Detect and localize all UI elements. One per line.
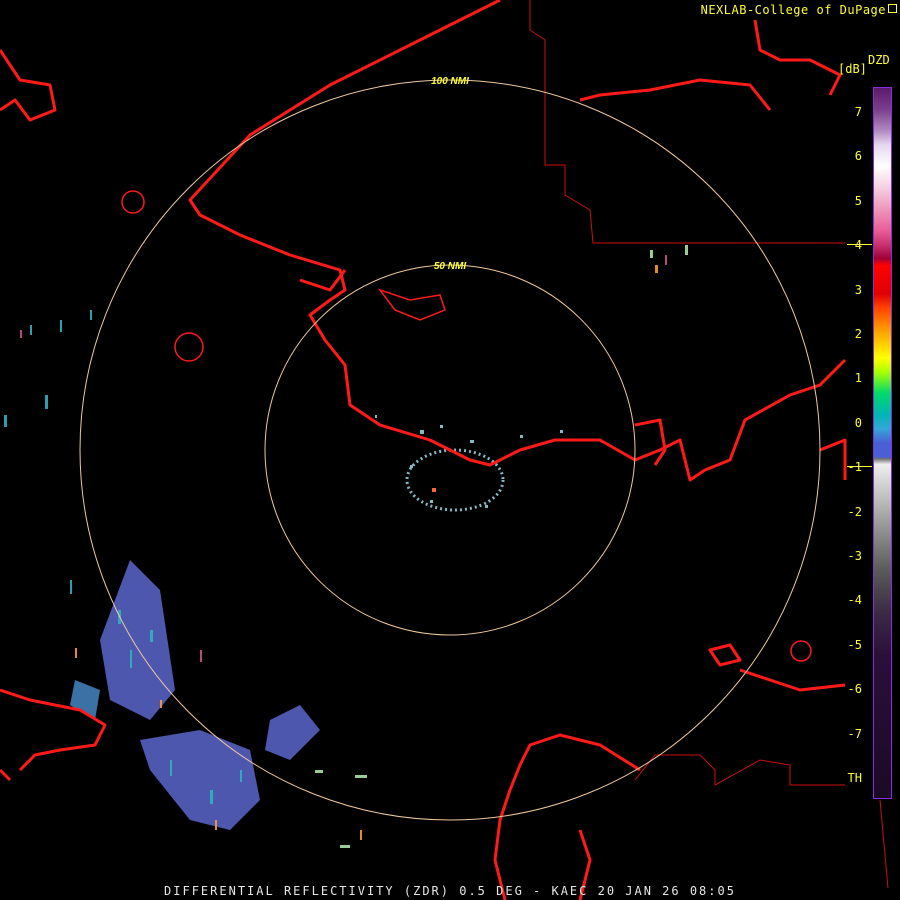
colorbar-tick-label: 2 bbox=[854, 327, 862, 341]
range-ring-label-100: 100 NMI bbox=[431, 76, 469, 87]
corner-logo-icon bbox=[888, 4, 897, 13]
colorbar-tick-label: 0 bbox=[854, 415, 862, 430]
colorbar-tick-label: -5 bbox=[847, 637, 862, 652]
radar-map[interactable]: 100 NMI 50 NMI bbox=[0, 0, 900, 900]
colorbar-tick-label: -1 bbox=[847, 460, 862, 475]
colorbar bbox=[873, 87, 892, 799]
colorbar-tick-label: -2 bbox=[847, 504, 862, 519]
colorbar-tick-label: 7 bbox=[854, 105, 862, 119]
colorbar-tick-label: -7 bbox=[847, 726, 862, 741]
colorbar-tick-label: 5 bbox=[854, 193, 862, 208]
colorbar-unit: [dB] bbox=[838, 62, 867, 76]
colorbar-product: DZD bbox=[868, 53, 890, 67]
credit-label: NEXLAB-College of DuPage bbox=[700, 3, 886, 17]
range-ring-label-50: 50 NMI bbox=[434, 261, 466, 272]
colorbar-tick-label: 4 bbox=[854, 238, 862, 253]
colorbar-tick-line bbox=[847, 466, 872, 468]
colorbar-tick-label: 3 bbox=[854, 282, 862, 297]
colorbar-tick-label: 6 bbox=[854, 149, 862, 164]
colorbar-tick-label: -3 bbox=[847, 549, 862, 563]
colorbar-tick-line bbox=[847, 244, 872, 246]
colorbar-tick-label: -6 bbox=[847, 682, 862, 697]
product-title: DIFFERENTIAL REFLECTIVITY (ZDR) 0.5 DEG … bbox=[164, 884, 736, 898]
colorbar-tick-label: TH bbox=[847, 771, 862, 785]
colorbar-tick-label: 1 bbox=[854, 371, 862, 386]
colorbar-tick-label: -4 bbox=[847, 593, 862, 608]
